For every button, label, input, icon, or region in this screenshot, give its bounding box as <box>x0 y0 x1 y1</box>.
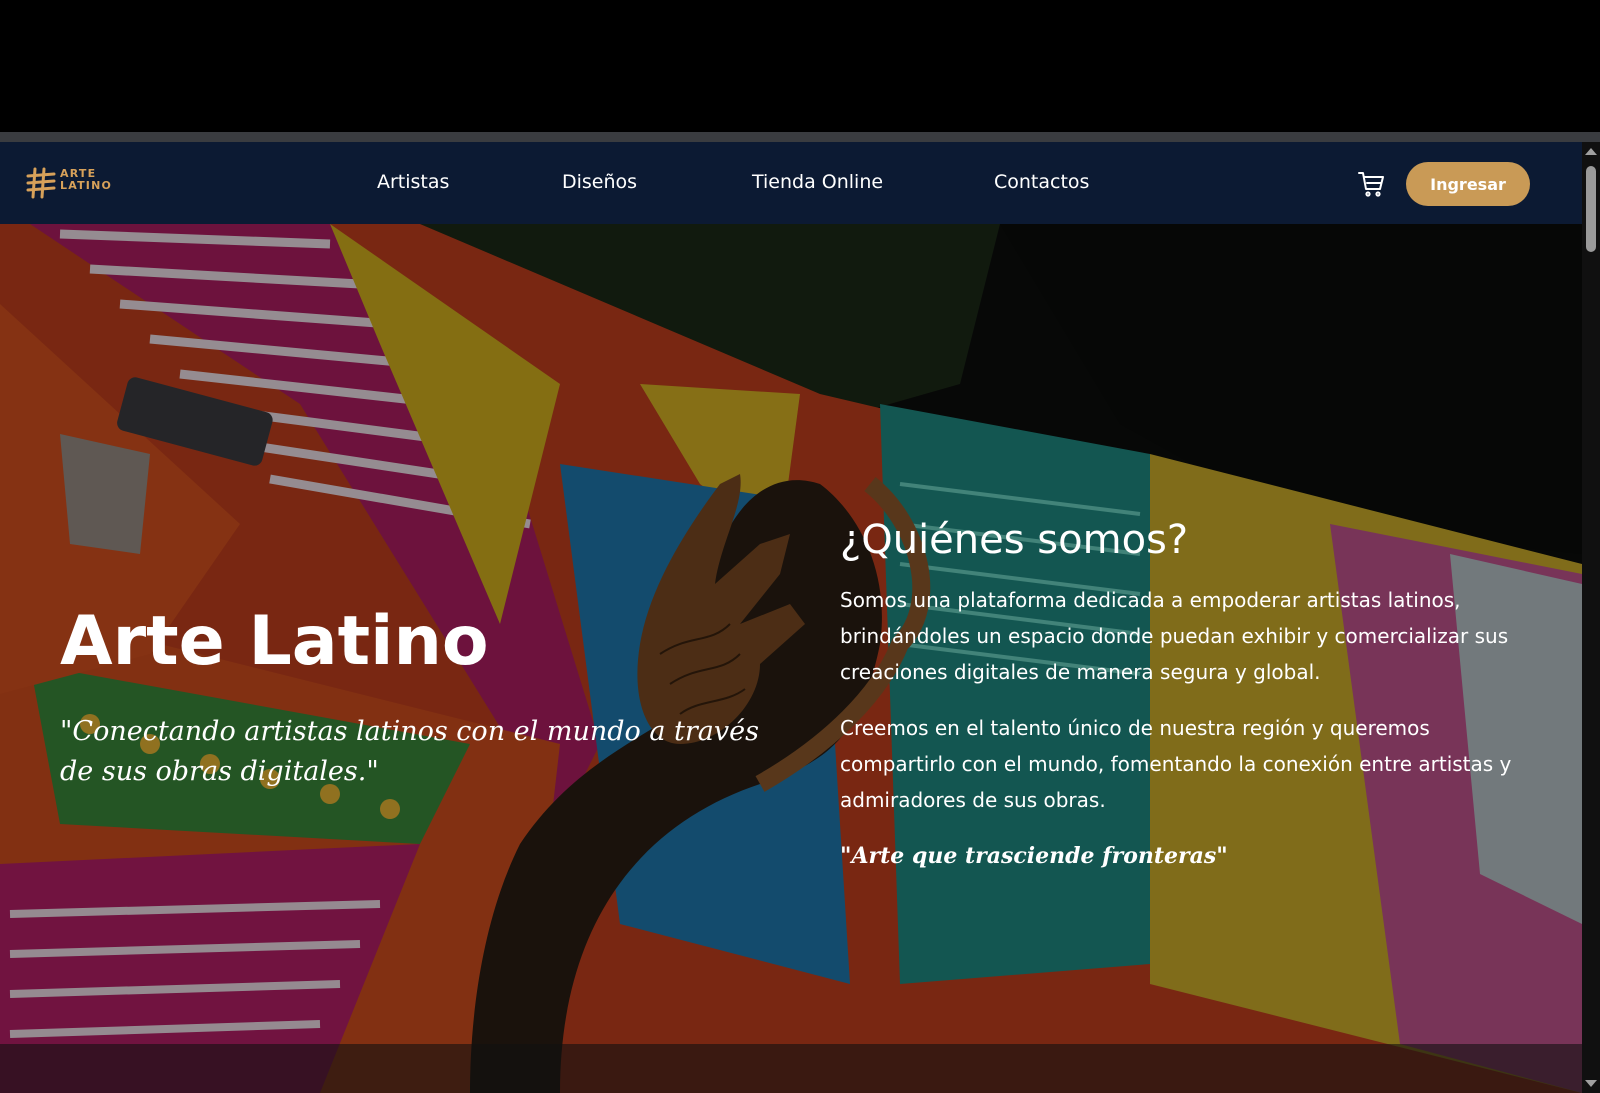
about-motto: "Arte que trasciende fronteras" <box>840 843 1228 869</box>
navbar: ARTE LATINO Artistas Diseños Tienda Onli… <box>0 142 1582 224</box>
scroll-up-arrow-icon[interactable] <box>1585 148 1597 155</box>
nav-link-disenos[interactable]: Diseños <box>562 170 637 194</box>
brand-logo[interactable]: ARTE LATINO <box>24 166 114 200</box>
hero-title: Arte Latino <box>60 602 489 681</box>
hero-section: Arte Latino "Conectando artistas latinos… <box>0 224 1582 1093</box>
brand-line-2: LATINO <box>60 179 113 192</box>
page-viewport: ARTE LATINO Artistas Diseños Tienda Onli… <box>0 142 1582 1093</box>
browser-frame-bar <box>0 132 1600 142</box>
about-heading: ¿Quiénes somos? <box>840 517 1189 563</box>
nav-link-artistas[interactable]: Artistas <box>377 170 449 194</box>
about-section: ¿Quiénes somos? Somos una plataforma ded… <box>840 514 1520 894</box>
hero-quote: "Conectando artistas latinos con el mund… <box>60 716 759 787</box>
nav-link-contactos[interactable]: Contactos <box>994 170 1089 194</box>
nav-link-tienda-online[interactable]: Tienda Online <box>752 170 883 194</box>
screen-top-black-area <box>0 0 1600 132</box>
page-scrollbar[interactable] <box>1582 142 1600 1093</box>
about-paragraph-2: Creemos en el talento único de nuestra r… <box>840 716 1512 812</box>
shopping-cart-icon[interactable] <box>1357 170 1385 198</box>
brand-wordmark: ARTE LATINO <box>60 168 112 192</box>
scrollbar-thumb[interactable] <box>1586 166 1596 252</box>
login-button[interactable]: Ingresar <box>1406 162 1530 206</box>
about-paragraph-1: Somos una plataforma dedicada a empodera… <box>840 588 1509 684</box>
scroll-down-arrow-icon[interactable] <box>1585 1080 1597 1087</box>
arte-latino-logo-icon <box>26 167 56 199</box>
